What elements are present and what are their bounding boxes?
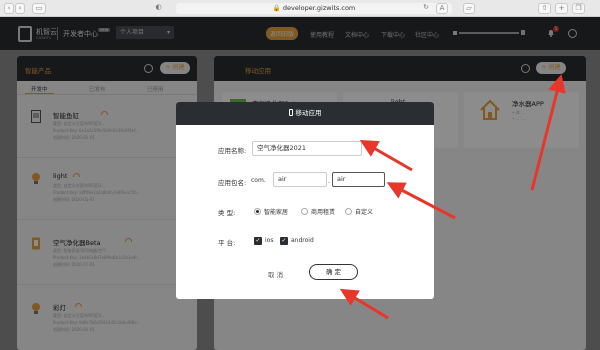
platform-label: 平 台: bbox=[218, 239, 236, 247]
back-button[interactable]: ‹ bbox=[4, 3, 14, 14]
reload-icon[interactable]: ↻ bbox=[421, 3, 431, 14]
new-tab-button[interactable]: + bbox=[555, 3, 568, 14]
shield-icon[interactable]: ◐ bbox=[152, 3, 165, 14]
app-name-value: 空气净化器2021 bbox=[257, 144, 307, 152]
browser-toolbar: ‹ › ▭ ◐ 🔒 developer.gizwits.com ↻ A ▱ ⇧ … bbox=[0, 0, 600, 17]
modal-title: 移动应用 bbox=[295, 109, 322, 117]
checkbox-ios[interactable]: ✓ bbox=[254, 237, 262, 245]
package-prefix: com. bbox=[251, 177, 266, 184]
cancel-button[interactable]: 取 消 bbox=[268, 269, 283, 279]
checkbox-android-label: android bbox=[291, 237, 314, 244]
app-name-label: 应用名称: bbox=[218, 147, 247, 155]
extension-icon[interactable]: ▱ bbox=[463, 3, 475, 14]
reader-icon[interactable]: A bbox=[436, 3, 448, 14]
lock-icon: 🔒 bbox=[272, 4, 281, 12]
confirm-button[interactable]: 确 定 bbox=[309, 264, 358, 280]
package-dot: . bbox=[328, 177, 331, 185]
package-part1-input[interactable]: air bbox=[273, 172, 327, 187]
type-label: 类 型: bbox=[218, 209, 236, 217]
package-part1-value: air bbox=[278, 175, 287, 183]
radio-commercial-rental-label: 商用租赁 bbox=[311, 209, 336, 216]
address-text: developer.gizwits.com bbox=[282, 4, 356, 12]
radio-smart-home[interactable] bbox=[254, 208, 261, 215]
forward-button[interactable]: › bbox=[15, 3, 25, 14]
package-name-label: 应用包名: bbox=[218, 179, 247, 187]
tab-overview-button[interactable]: ❐ bbox=[572, 3, 585, 14]
modal-header: 移动应用 bbox=[176, 102, 434, 125]
create-app-modal: 移动应用 应用名称: 空气净化器2021 应用包名: com. air . ai… bbox=[176, 102, 434, 299]
package-part2-value: air bbox=[337, 175, 346, 183]
checkbox-ios-label: ios bbox=[265, 237, 274, 244]
app-name-input[interactable]: 空气净化器2021 bbox=[252, 141, 362, 156]
share-button[interactable]: ⇧ bbox=[538, 3, 551, 14]
package-part2-input[interactable]: air bbox=[332, 172, 385, 187]
address-bar[interactable]: 🔒 developer.gizwits.com bbox=[176, 3, 452, 14]
sidebar-toggle-button[interactable]: ▭ bbox=[32, 3, 46, 14]
radio-smart-home-label: 智能家居 bbox=[264, 209, 289, 216]
radio-commercial-rental[interactable] bbox=[301, 208, 308, 215]
radio-custom[interactable] bbox=[345, 208, 352, 215]
checkbox-android[interactable]: ✓ bbox=[280, 237, 288, 245]
phone-icon bbox=[288, 109, 293, 116]
radio-custom-label: 自定义 bbox=[355, 209, 374, 216]
